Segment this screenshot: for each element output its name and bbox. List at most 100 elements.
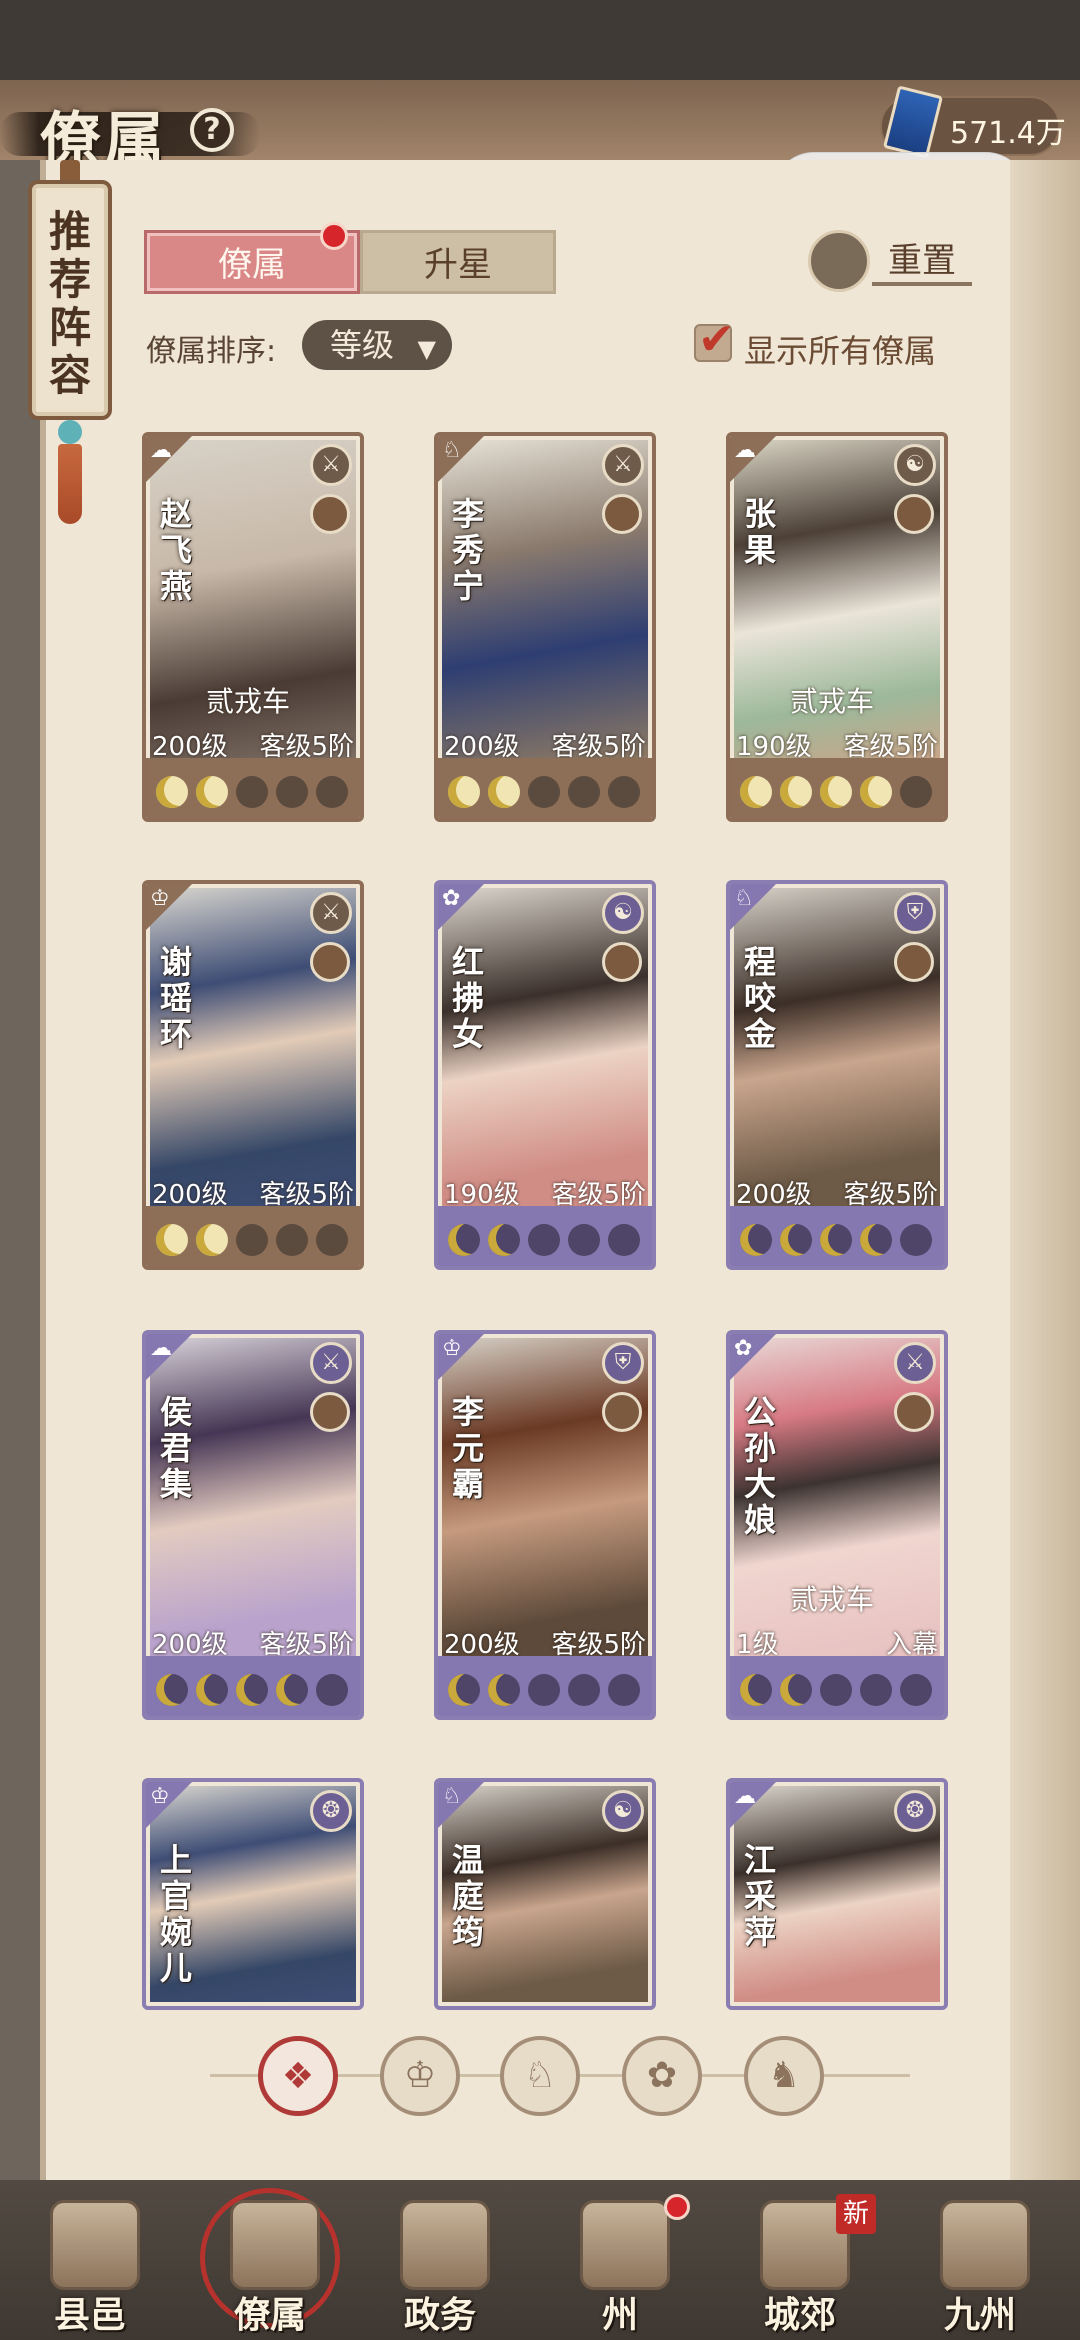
moon-filled-icon [156, 1674, 188, 1706]
moon-empty-icon [568, 776, 600, 808]
retainer-type-icon: ♘ [442, 1784, 462, 1809]
book-edge [1010, 160, 1080, 2180]
moon-stars [740, 776, 932, 808]
moon-filled-icon [820, 1224, 852, 1256]
attribute-icon: ⚔ [310, 892, 352, 934]
retainer-card[interactable]: ✿ ⚔ 公孙大娘 贰戎车 1级 入幕 [726, 1330, 948, 1720]
retainer-card[interactable]: ♘ ⛨ 程咬金 200级 客级5阶 [726, 880, 948, 1270]
partner-avatar [894, 494, 934, 534]
retainer-name: 温庭筠 [451, 1841, 484, 1951]
help-icon[interactable]: ? [190, 108, 234, 152]
retainer-type-icon: ✿ [734, 1336, 753, 1361]
retainer-name: 张果 [743, 495, 776, 569]
retainer-card[interactable]: ♘ ⚔ 李秀宁 200级 客级5阶 [434, 432, 656, 822]
moon-stars [448, 776, 640, 808]
nav-item[interactable]: 僚属 [190, 2188, 350, 2340]
tab-star-up[interactable]: 升星 [360, 230, 556, 294]
reset-button[interactable]: 重置 [872, 236, 972, 286]
attribute-icon: ☯ [894, 444, 936, 486]
tassel [58, 444, 82, 524]
assignment-label: 贰戎车 [790, 685, 875, 718]
moon-empty-icon [316, 1224, 348, 1256]
retainer-card[interactable]: ☁ ☯ 张果 贰戎车 190级 客级5阶 [726, 432, 948, 822]
nav-item[interactable]: 政务 [360, 2190, 520, 2340]
star-bar [438, 758, 652, 818]
moon-empty-icon [900, 776, 932, 808]
partner-avatar [310, 1392, 350, 1432]
filter-charm-button[interactable]: ✿ [622, 2036, 702, 2116]
nav-illustration-icon [940, 2200, 1030, 2290]
reset-icon[interactable] [808, 230, 870, 292]
recommended-lineup-label: 推荐阵容 [48, 207, 91, 400]
moon-filled-icon [488, 1674, 520, 1706]
nav-item[interactable]: 城郊 新 [720, 2190, 880, 2340]
filter-all-button[interactable]: ❖ [258, 2036, 338, 2116]
nav-item[interactable]: 九州 [900, 2190, 1060, 2340]
moon-filled-icon [860, 1224, 892, 1256]
moon-filled-icon [860, 776, 892, 808]
star-bar [146, 758, 360, 818]
retainer-type-icon: ☁ [734, 1784, 756, 1809]
nav-illustration-icon [400, 2200, 490, 2290]
retainer-card[interactable]: ☁ ❂ 江采萍 [726, 1778, 948, 2010]
attribute-icon: ⚔ [894, 1342, 936, 1384]
retainer-card[interactable]: ☁ ⚔ 侯君集 200级 客级5阶 [142, 1330, 364, 1720]
attribute-icon: ⛨ [894, 892, 936, 934]
moon-stars [156, 1224, 348, 1256]
moon-empty-icon [608, 776, 640, 808]
retainer-type-icon: ♔ [442, 1336, 462, 1361]
attribute-icon: ❂ [894, 1790, 936, 1832]
retainer-name: 李秀宁 [451, 495, 484, 605]
moon-filled-icon [156, 1224, 188, 1256]
retainer-card[interactable]: ♔ ⚔ 谢瑶环 200级 客级5阶 [142, 880, 364, 1270]
nav-item[interactable]: 县邑 [10, 2190, 170, 2340]
retainer-type-icon: ☁ [150, 438, 172, 463]
star-bar [438, 1206, 652, 1266]
nav-illustration-icon [230, 2200, 320, 2290]
moon-empty-icon [316, 1674, 348, 1706]
nav-item[interactable]: 州 [540, 2190, 700, 2340]
moon-filled-icon [488, 776, 520, 808]
moon-filled-icon [448, 1674, 480, 1706]
moon-empty-icon [568, 1674, 600, 1706]
moon-empty-icon [528, 776, 560, 808]
show-all-label[interactable]: 显示所有僚属 [744, 326, 936, 372]
filter-strategy-button[interactable]: ♞ [744, 2036, 824, 2116]
filter-military-button[interactable]: ♘ [500, 2036, 580, 2116]
retainer-name: 程咬金 [743, 943, 776, 1053]
partner-avatar [894, 942, 934, 982]
retainer-type-icon: ♔ [150, 1784, 170, 1809]
retainer-type-icon: ♔ [150, 886, 170, 911]
star-bar [730, 1206, 944, 1266]
nav-illustration-icon [580, 2200, 670, 2290]
filter-civil-button[interactable]: ♔ [380, 2036, 460, 2116]
sort-label: 僚属排序: [146, 334, 277, 369]
attribute-icon: ⚔ [310, 1342, 352, 1384]
retainer-card[interactable]: ♔ ⛨ 李元霸 200级 客级5阶 [434, 1330, 656, 1720]
moon-empty-icon [900, 1674, 932, 1706]
retainer-card[interactable]: ✿ ☯ 红拂女 190级 客级5阶 [434, 880, 656, 1270]
moon-empty-icon [900, 1224, 932, 1256]
sort-dropdown[interactable]: 等级 ▼ [302, 320, 452, 370]
moon-filled-icon [780, 1674, 812, 1706]
assignment-label: 贰戎车 [790, 1583, 875, 1616]
moon-filled-icon [740, 1674, 772, 1706]
status-strip [0, 0, 1080, 80]
nav-illustration-icon [50, 2200, 140, 2290]
retainer-name: 谢瑶环 [159, 943, 192, 1053]
star-bar [146, 1656, 360, 1716]
retainer-card[interactable]: ♘ ☯ 温庭筠 [434, 1778, 656, 2010]
new-badge: 新 [836, 2194, 876, 2234]
partner-avatar [894, 1392, 934, 1432]
retainer-type-icon: ☁ [734, 438, 756, 463]
moon-filled-icon [196, 1224, 228, 1256]
nav-label: 僚属 [233, 2294, 306, 2336]
retainer-card[interactable]: ♔ ❂ 上官婉儿 [142, 1778, 364, 2010]
attribute-icon: ⚔ [602, 444, 644, 486]
partner-avatar [602, 1392, 642, 1432]
retainer-card[interactable]: ☁ ⚔ 赵飞燕 贰戎车 200级 客级5阶 [142, 432, 364, 822]
moon-empty-icon [236, 776, 268, 808]
nav-label: 县邑 [53, 2294, 126, 2336]
moon-stars [740, 1674, 932, 1706]
partner-avatar [310, 942, 350, 982]
